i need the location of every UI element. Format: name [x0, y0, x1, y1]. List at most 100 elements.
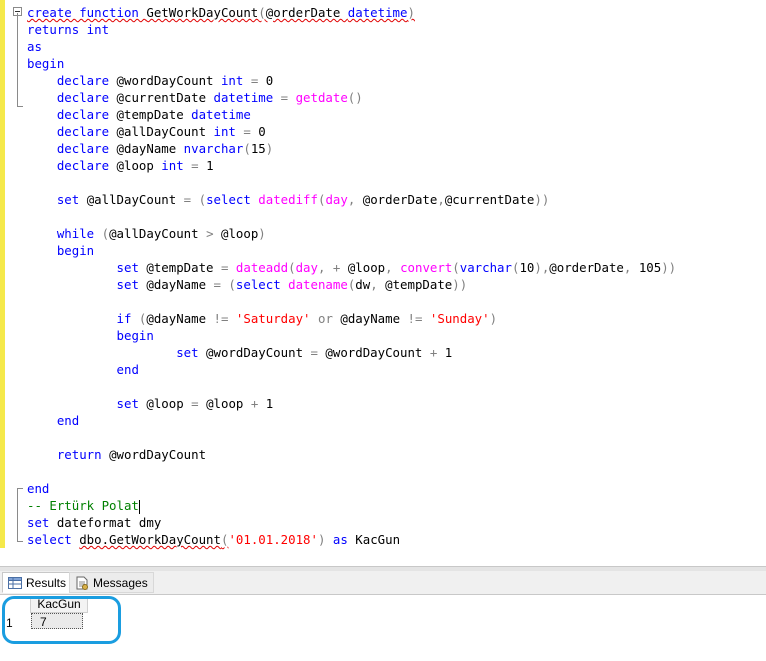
tab-messages-label: Messages: [93, 575, 148, 590]
code-token: varchar: [459, 260, 512, 275]
code-line[interactable]: set @wordDayCount = @wordDayCount + 1: [27, 344, 676, 361]
code-token: begin: [27, 56, 65, 71]
code-token: 1: [206, 158, 214, 173]
code-line[interactable]: returns int: [27, 21, 676, 38]
code-line[interactable]: set @loop = @loop + 1: [27, 395, 676, 412]
code-token: 10: [519, 260, 535, 275]
code-token: =: [243, 124, 259, 139]
code-token: +: [250, 396, 266, 411]
code-line[interactable]: [27, 378, 676, 395]
code-line[interactable]: create function GetWorkDayCount(@orderDa…: [27, 4, 676, 21]
code-token: ,: [385, 260, 401, 275]
code-token: (: [243, 141, 251, 156]
code-line[interactable]: [27, 174, 676, 191]
code-token: @allDayCount: [86, 192, 184, 207]
code-line[interactable]: [27, 208, 676, 225]
code-token: as: [332, 532, 356, 547]
code-token: (: [258, 5, 266, 20]
code-token: (: [452, 260, 460, 275]
code-line[interactable]: declare @loop int = 1: [27, 157, 676, 174]
tab-messages[interactable]: Messages: [69, 572, 154, 593]
code-token: returns int: [27, 22, 110, 37]
code-line[interactable]: select dbo.GetWorkDayCount('01.01.2018')…: [27, 531, 676, 548]
code-line[interactable]: [27, 463, 676, 480]
code-token: datetime: [347, 5, 408, 20]
code-token: select: [206, 192, 259, 207]
code-line[interactable]: begin: [27, 55, 676, 72]
code-token: 0: [265, 73, 274, 88]
code-token: =: [280, 90, 296, 105]
highlight-annotation: [2, 596, 121, 644]
code-line[interactable]: [27, 293, 676, 310]
code-line[interactable]: declare @dayName nvarchar(15): [27, 140, 676, 157]
outline-hook: [17, 488, 23, 490]
code-token: nvarchar: [183, 141, 244, 156]
text-caret: [138, 499, 140, 514]
code-token: 105: [638, 260, 662, 275]
code-line[interactable]: begin: [27, 242, 676, 259]
code-token: +: [429, 345, 445, 360]
code-line[interactable]: [27, 429, 676, 446]
code-token: int: [220, 73, 251, 88]
code-line[interactable]: declare @wordDayCount int = 0: [27, 72, 676, 89]
code-token: 'Sunday': [429, 311, 490, 326]
code-line[interactable]: as: [27, 38, 676, 55]
code-token: @wordDayCount: [116, 73, 221, 88]
code-token: create function: [27, 5, 147, 20]
code-line[interactable]: set dateformat dmy: [27, 514, 676, 531]
code-token: dateformat dmy: [56, 515, 162, 530]
code-token: =: [191, 158, 207, 173]
code-token: set: [56, 192, 87, 207]
code-line[interactable]: end: [27, 480, 676, 497]
code-line[interactable]: declare @tempDate datetime: [27, 106, 676, 123]
code-token: set: [116, 260, 147, 275]
code-line[interactable]: begin: [27, 327, 676, 344]
code-token: @wordDayCount: [206, 345, 311, 360]
code-line[interactable]: set @allDayCount = (select datediff(day,…: [27, 191, 676, 208]
code-token: @dayName: [340, 311, 408, 326]
code-token: getdate: [295, 90, 348, 105]
code-token: @loop: [347, 260, 386, 275]
code-token: =: [191, 396, 207, 411]
code-line[interactable]: return @wordDayCount: [27, 446, 676, 463]
code-token: int: [161, 158, 192, 173]
code-token: ,: [347, 192, 363, 207]
code-token: !=: [213, 311, 236, 326]
code-line[interactable]: if (@dayName != 'Saturday' or @dayName !…: [27, 310, 676, 327]
code-token: ): [265, 141, 274, 156]
code-line[interactable]: declare @allDayCount int = 0: [27, 123, 676, 140]
code-token: @dayName: [116, 141, 184, 156]
code-token: @orderDate: [362, 192, 438, 207]
code-token: end: [27, 481, 50, 496]
code-token: end: [56, 413, 80, 428]
code-token: dbo.GetWorkDayCount: [79, 532, 221, 547]
code-line[interactable]: end: [27, 361, 676, 378]
code-token: @loop: [206, 396, 251, 411]
code-token: set: [116, 396, 147, 411]
code-token: @orderDate: [549, 260, 624, 275]
code-line[interactable]: -- Ertürk Polat: [27, 497, 676, 514]
code-token: datename: [288, 277, 348, 292]
code-token: )): [452, 277, 468, 292]
code-token: @wordDayCount: [325, 345, 430, 360]
code-lines: create function GetWorkDayCount(@orderDa…: [27, 4, 676, 548]
code-line[interactable]: declare @currentDate datetime = getdate(…: [27, 89, 676, 106]
code-line[interactable]: end: [27, 412, 676, 429]
code-line[interactable]: set @dayName = (select datename(dw, @tem…: [27, 276, 676, 293]
code-token: @loop: [116, 158, 162, 173]
code-line[interactable]: while (@allDayCount > @loop): [27, 225, 676, 242]
code-token: declare: [56, 90, 117, 105]
code-token: =: [310, 345, 326, 360]
tab-results-label: Results: [26, 575, 67, 590]
code-token: ,: [623, 260, 639, 275]
code-token: @allDayCount: [116, 124, 214, 139]
tab-results[interactable]: Results: [2, 572, 73, 593]
code-token: =: [250, 73, 266, 88]
code-line[interactable]: set @tempDate = dateadd(day, + @loop, co…: [27, 259, 677, 276]
code-token: set: [27, 515, 57, 530]
query-editor[interactable]: create function GetWorkDayCount(@orderDa…: [0, 0, 766, 566]
